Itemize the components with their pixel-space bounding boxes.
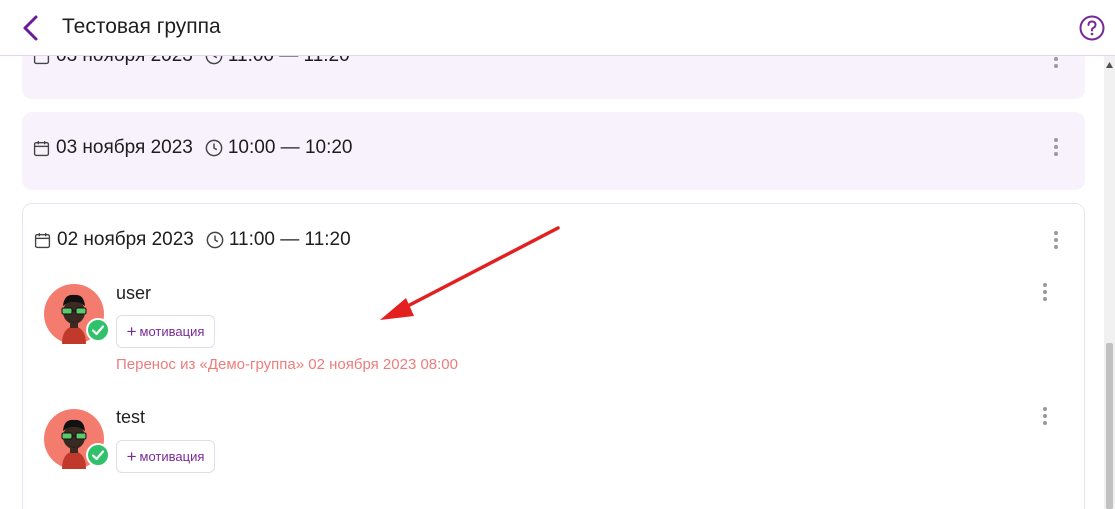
back-arrow-icon[interactable] bbox=[18, 14, 46, 42]
app-header: Тестовая группа bbox=[0, 0, 1115, 56]
participant-name: user bbox=[116, 283, 152, 303]
lesson-date: 02 ноября 2023 bbox=[57, 229, 194, 250]
motivation-label: мотивация bbox=[139, 449, 205, 464]
help-icon[interactable] bbox=[1079, 15, 1105, 41]
page-title: Тестовая группа bbox=[62, 15, 221, 38]
annotation-arrow bbox=[380, 226, 560, 320]
calendar-icon bbox=[34, 232, 51, 248]
add-motivation-button[interactable]: + мотивация bbox=[116, 440, 215, 473]
lesson-time: 11:00 — 11:20 bbox=[228, 229, 351, 250]
more-vertical-icon[interactable] bbox=[1050, 136, 1062, 158]
scroll-up-icon[interactable] bbox=[1106, 62, 1113, 68]
add-motivation-button[interactable]: + мотивация bbox=[116, 315, 215, 348]
check-icon bbox=[86, 443, 110, 467]
motivation-label: мотивация bbox=[139, 324, 205, 339]
lesson-date: 03 ноября 2023 bbox=[56, 137, 193, 158]
calendar-icon bbox=[33, 140, 50, 156]
lesson-time: 10:00 — 10:20 bbox=[227, 137, 353, 158]
lesson-datetime: 02 ноября 2023 11:00 — 11:20 bbox=[34, 229, 351, 251]
scrollbar-thumb[interactable] bbox=[1106, 343, 1113, 509]
check-icon bbox=[86, 318, 110, 342]
more-vertical-icon[interactable] bbox=[1039, 281, 1051, 303]
plus-icon: + bbox=[126, 322, 137, 341]
lesson-card[interactable]: 03 ноября 2023 10:00 — 10:20 bbox=[22, 112, 1085, 190]
more-vertical-icon[interactable] bbox=[1050, 229, 1062, 251]
plus-icon: + bbox=[126, 447, 137, 466]
participant-name: test bbox=[116, 407, 146, 427]
lesson-datetime: 03 ноября 2023 10:00 — 10:20 bbox=[33, 137, 353, 159]
clock-icon bbox=[206, 231, 224, 249]
more-vertical-icon[interactable] bbox=[1039, 405, 1051, 427]
transfer-note: Перенос из «Демо-группа» 02 ноября 2023 … bbox=[116, 356, 458, 373]
clock-icon bbox=[205, 139, 223, 157]
